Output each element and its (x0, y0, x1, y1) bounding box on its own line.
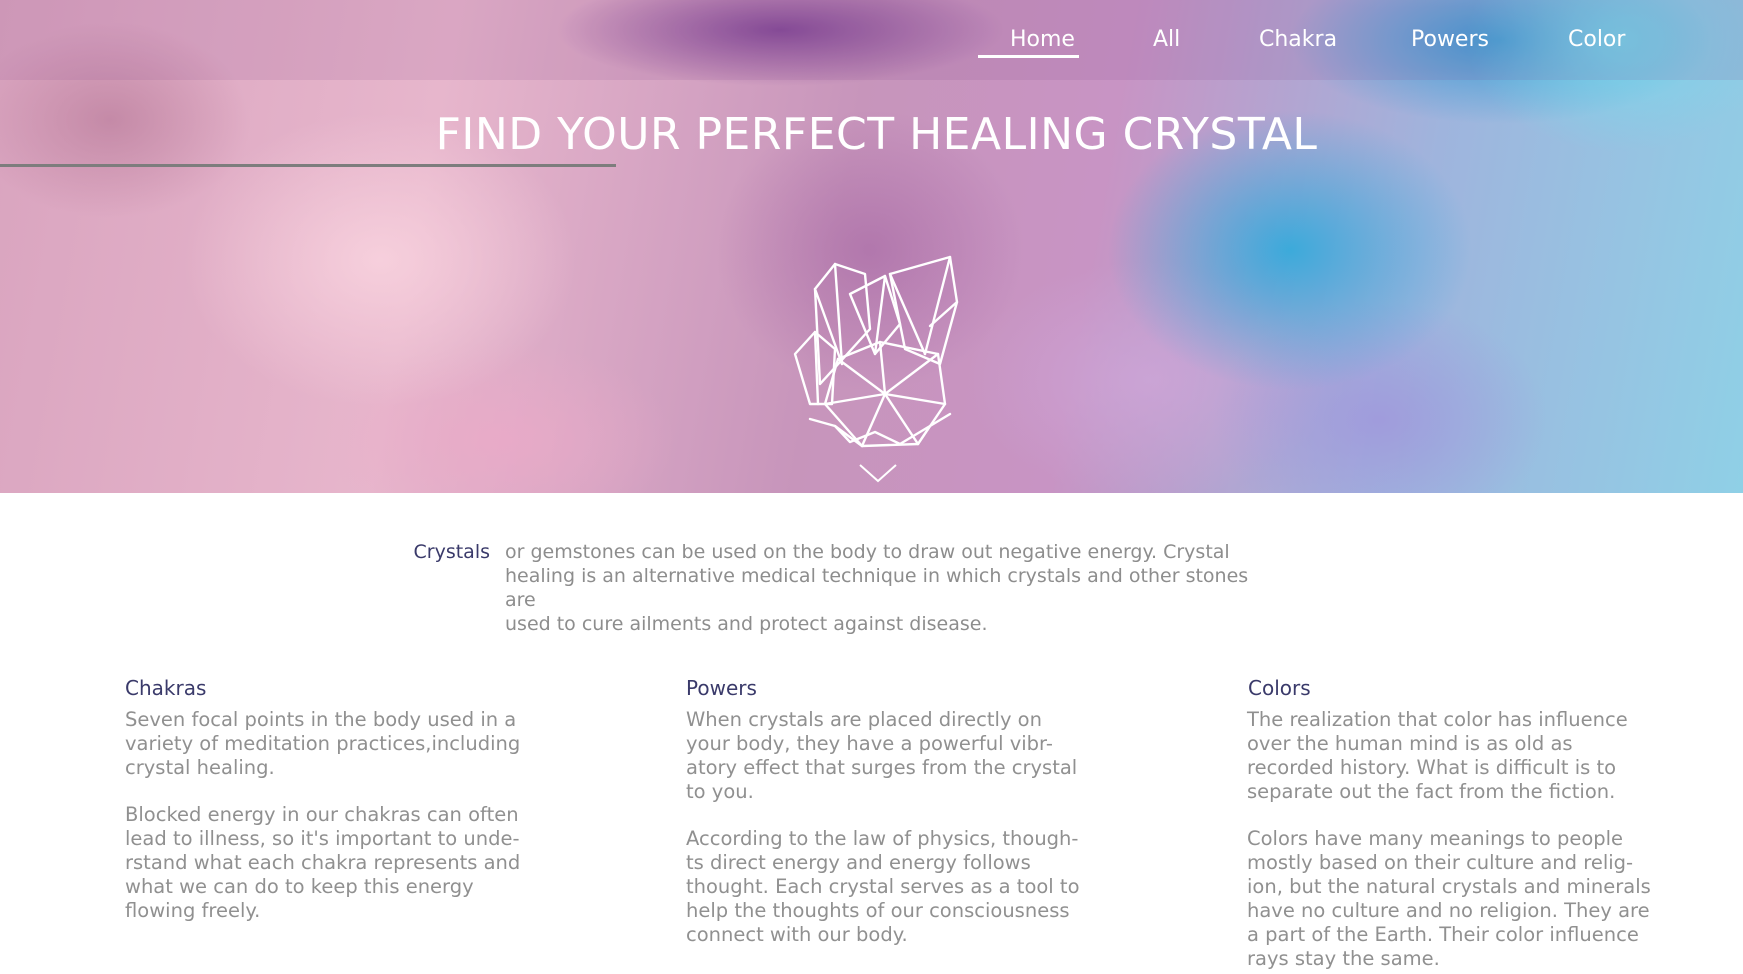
paragraph-line: ts direct energy and energy follows (686, 851, 1031, 874)
paragraph-line: Seven focal points in the body used in a (125, 708, 517, 731)
nav-all[interactable]: All (1153, 22, 1180, 58)
paragraph-line: rstand what each chakra represents and (125, 851, 521, 874)
paragraph-line: a part of the Earth. Their color influen… (1247, 923, 1639, 946)
paragraph-line: The realization that color has influence (1247, 708, 1628, 731)
intro-line: or gemstones can be used on the body to … (505, 541, 1230, 563)
paragraph-line: Colors have many meanings to people (1247, 827, 1624, 850)
crystal-cluster-icon (793, 255, 959, 448)
paragraph-line: crystal healing. (125, 756, 275, 779)
chevron-down-icon[interactable] (858, 462, 898, 484)
chakras-heading: Chakras (125, 676, 207, 700)
active-nav-underline (978, 55, 1079, 58)
paragraph-line: variety of meditation practices,includin… (125, 732, 521, 755)
paragraph-line: ion, but the natural crystals and minera… (1247, 875, 1651, 898)
paragraph-line: your body, they have a powerful vibr- (686, 732, 1053, 755)
paragraph-line: have no culture and no religion. They ar… (1247, 899, 1650, 922)
top-navigation: Home All Chakra Powers Color (0, 0, 1743, 80)
intro-line: used to cure ailments and protect agains… (505, 613, 988, 635)
chakras-paragraph-1: Seven focal points in the body used in a… (125, 708, 520, 780)
paragraph-line: to you. (686, 780, 754, 803)
paragraph-line: connect with our body. (686, 923, 908, 946)
powers-heading: Powers (686, 676, 757, 700)
paragraph-line: rays stay the same. (1247, 947, 1440, 970)
nav-chakra[interactable]: Chakra (1259, 22, 1337, 58)
nav-home[interactable]: Home (1010, 22, 1075, 58)
powers-paragraph-1: When crystals are placed directly on you… (686, 708, 1077, 804)
paragraph-line: help the thoughts of our consciousness (686, 899, 1070, 922)
nav-color[interactable]: Color (1568, 22, 1625, 58)
paragraph-line: Blocked energy in our chakras can often (125, 803, 519, 826)
paragraph-line: separate out the fact from the fiction. (1247, 780, 1616, 803)
colors-paragraph-1: The realization that color has influence… (1247, 708, 1628, 804)
powers-paragraph-2: According to the law of physics, though-… (686, 827, 1080, 947)
paragraph-line: over the human mind is as old as (1247, 732, 1573, 755)
hero-banner: Home All Chakra Powers Color FIND YOUR P… (0, 0, 1743, 493)
paragraph-line: thought. Each crystal serves as a tool t… (686, 875, 1080, 898)
chakras-paragraph-2: Blocked energy in our chakras can often … (125, 803, 520, 923)
title-divider (0, 164, 616, 167)
paragraph-line: flowing freely. (125, 899, 261, 922)
paragraph-line: lead to illness, so it's important to un… (125, 827, 520, 850)
paragraph-line: mostly based on their culture and relig- (1247, 851, 1634, 874)
intro-label: Crystals (413, 541, 491, 563)
paragraph-line: According to the law of physics, though- (686, 827, 1079, 850)
colors-heading: Colors (1248, 676, 1311, 700)
colors-paragraph-2: Colors have many meanings to people most… (1247, 827, 1651, 971)
paragraph-line: When crystals are placed directly on (686, 708, 1042, 731)
nav-powers[interactable]: Powers (1411, 22, 1489, 58)
paragraph-line: what we can do to keep this energy (125, 875, 474, 898)
hero-title: FIND YOUR PERFECT HEALING CRYSTAL (435, 109, 1318, 160)
paragraph-line: recorded history. What is difficult is t… (1247, 756, 1617, 779)
paragraph-line: atory effect that surges from the crysta… (686, 756, 1078, 779)
intro-paragraph: or gemstones can be used on the body to … (505, 540, 1275, 636)
intro-line: healing is an alternative medical techni… (505, 565, 1249, 611)
